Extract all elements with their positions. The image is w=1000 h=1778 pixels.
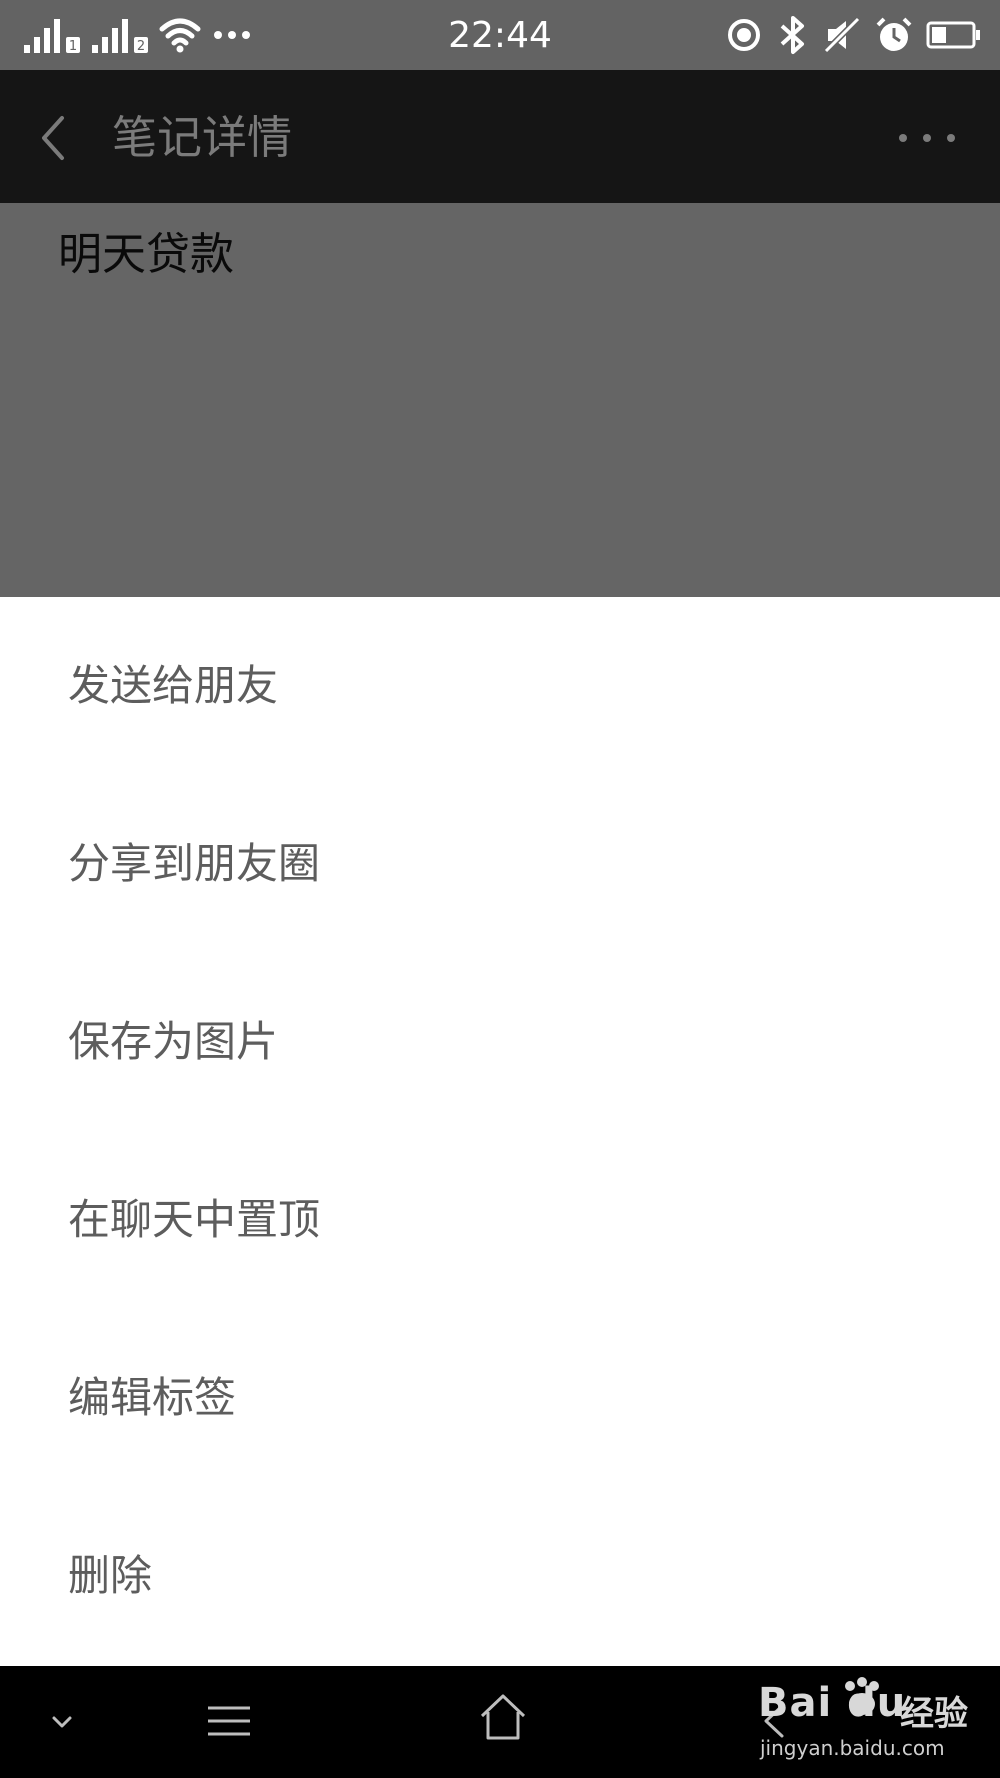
menu-item-label: 编辑标签 [68, 1373, 237, 1422]
menu-item-label: 在聊天中置顶 [68, 1195, 321, 1244]
battery-icon [926, 15, 982, 55]
chevron-down-icon [52, 1716, 72, 1728]
location-icon [724, 15, 764, 55]
baidu-watermark: Bai du 经验 jingyan.baidu.com [748, 1676, 968, 1768]
watermark-url: jingyan.baidu.com [760, 1736, 945, 1760]
more-options-button[interactable] [894, 118, 960, 158]
status-right-icons [724, 12, 982, 58]
alarm-icon [874, 15, 914, 55]
note-content-area[interactable]: 明天贷款 [0, 203, 1000, 597]
back-button[interactable] [30, 106, 80, 170]
home-icon [480, 1694, 526, 1740]
menu-button[interactable] [204, 1696, 254, 1750]
mute-icon [822, 15, 862, 55]
home-button[interactable] [478, 1690, 528, 1750]
collapse-button[interactable] [44, 1704, 80, 1744]
menu-item-edit-tags[interactable]: 编辑标签 [0, 1309, 1000, 1487]
hamburger-menu-icon [208, 1706, 250, 1736]
menu-item-label: 删除 [68, 1551, 153, 1600]
action-sheet: 发送给朋友 分享到朋友圈 保存为图片 在聊天中置顶 编辑标签 删除 [0, 597, 1000, 1666]
bluetooth-icon [776, 15, 810, 55]
more-horizontal-icon [899, 134, 955, 142]
chevron-left-icon [42, 116, 64, 160]
menu-item-send-to-friend[interactable]: 发送给朋友 [0, 597, 1000, 775]
system-nav-bar: Bai du 经验 jingyan.baidu.com [0, 1666, 1000, 1778]
watermark-brand: Bai du [758, 1680, 907, 1726]
page-title: 笔记详情 [112, 111, 293, 164]
menu-item-save-image[interactable]: 保存为图片 [0, 953, 1000, 1131]
watermark-cn: 经验 [900, 1694, 968, 1734]
menu-item-label: 发送给朋友 [68, 661, 279, 710]
menu-item-pin-chat[interactable]: 在聊天中置顶 [0, 1131, 1000, 1309]
menu-item-label: 保存为图片 [68, 1017, 279, 1066]
nav-bar: 笔记详情 [0, 70, 1000, 203]
menu-item-label: 分享到朋友圈 [68, 839, 321, 888]
menu-item-share-moments[interactable]: 分享到朋友圈 [0, 775, 1000, 953]
menu-item-delete[interactable]: 删除 [0, 1487, 1000, 1665]
status-bar: 1 2 22:44 [0, 0, 1000, 70]
note-text: 明天贷款 [58, 229, 234, 280]
